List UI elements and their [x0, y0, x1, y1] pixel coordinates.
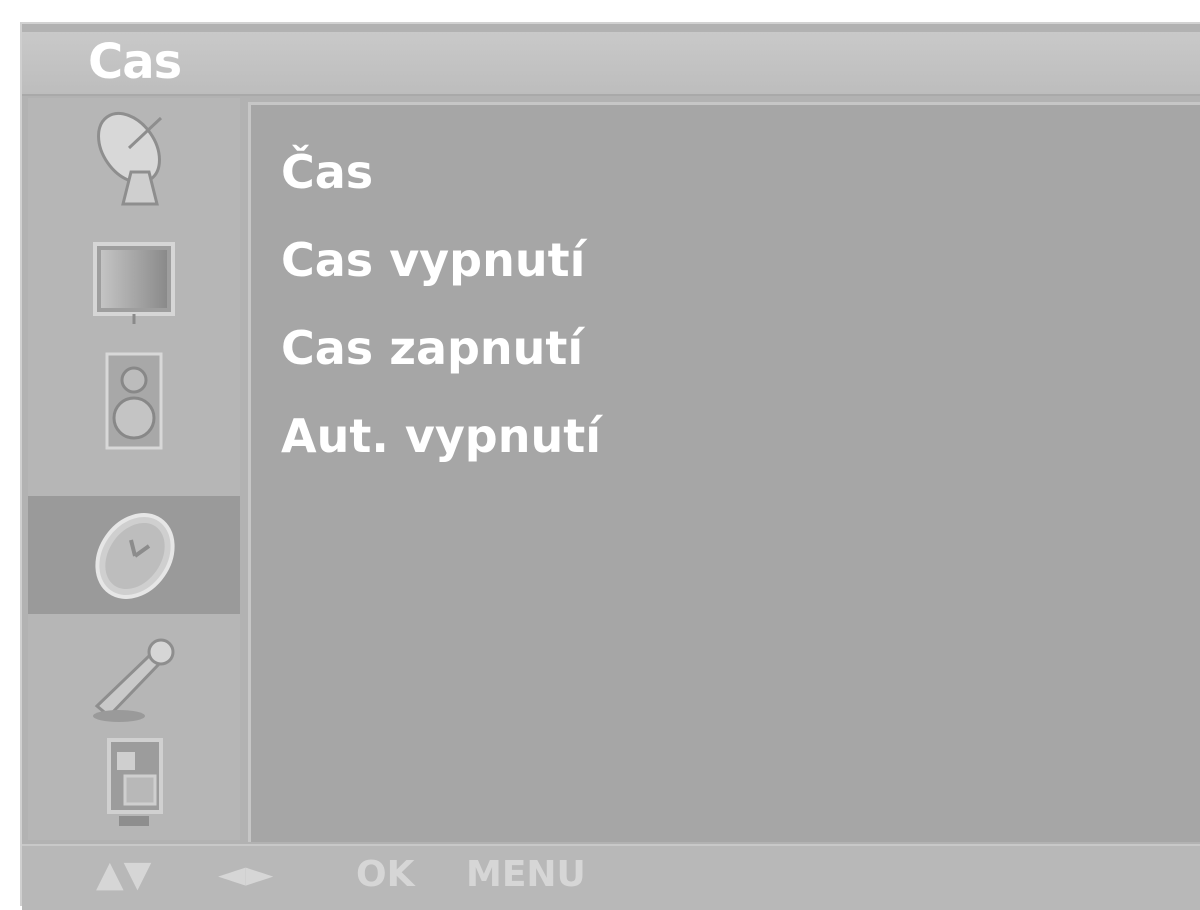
menu-item-on-time[interactable]: Cas zapnutí [281, 321, 583, 375]
updown-arrows-hint: ▲▼ [96, 854, 152, 895]
category-sidebar [28, 98, 240, 840]
wrench-icon [93, 638, 175, 722]
title-bar: Cas [22, 32, 1200, 96]
menu-hint: MENU [466, 854, 586, 895]
osd-menu-window: Cas Čas Cas vypnutí Cas zapnutí Aut. vyp… [20, 22, 1200, 910]
ok-hint: OK [356, 854, 415, 895]
sidebar-item-station[interactable] [28, 98, 240, 216]
sidebar-item-special[interactable] [28, 622, 240, 740]
sidebar-item-input[interactable] [28, 726, 240, 844]
picture-screen-icon [93, 242, 175, 324]
speaker-icon [105, 352, 163, 450]
navigation-hint-bar: ▲▼ ◄► OK MENU [22, 844, 1200, 910]
menu-item-auto-off[interactable]: Aut. vypnutí [281, 409, 601, 463]
clock-icon [95, 513, 175, 599]
sidebar-item-time[interactable] [28, 496, 240, 614]
menu-item-off-time[interactable]: Cas vypnutí [281, 233, 585, 287]
menu-panel: Čas Cas vypnutí Cas zapnutí Aut. vypnutí [248, 102, 1200, 842]
sidebar-item-sound[interactable] [28, 342, 240, 460]
menu-item-clock[interactable]: Čas [281, 145, 373, 199]
input-source-icon [107, 738, 163, 826]
sidebar-item-picture[interactable] [28, 222, 240, 340]
leftright-arrows-hint: ◄► [218, 854, 274, 895]
window-title: Cas [88, 34, 182, 90]
satellite-dish-icon [97, 111, 163, 206]
